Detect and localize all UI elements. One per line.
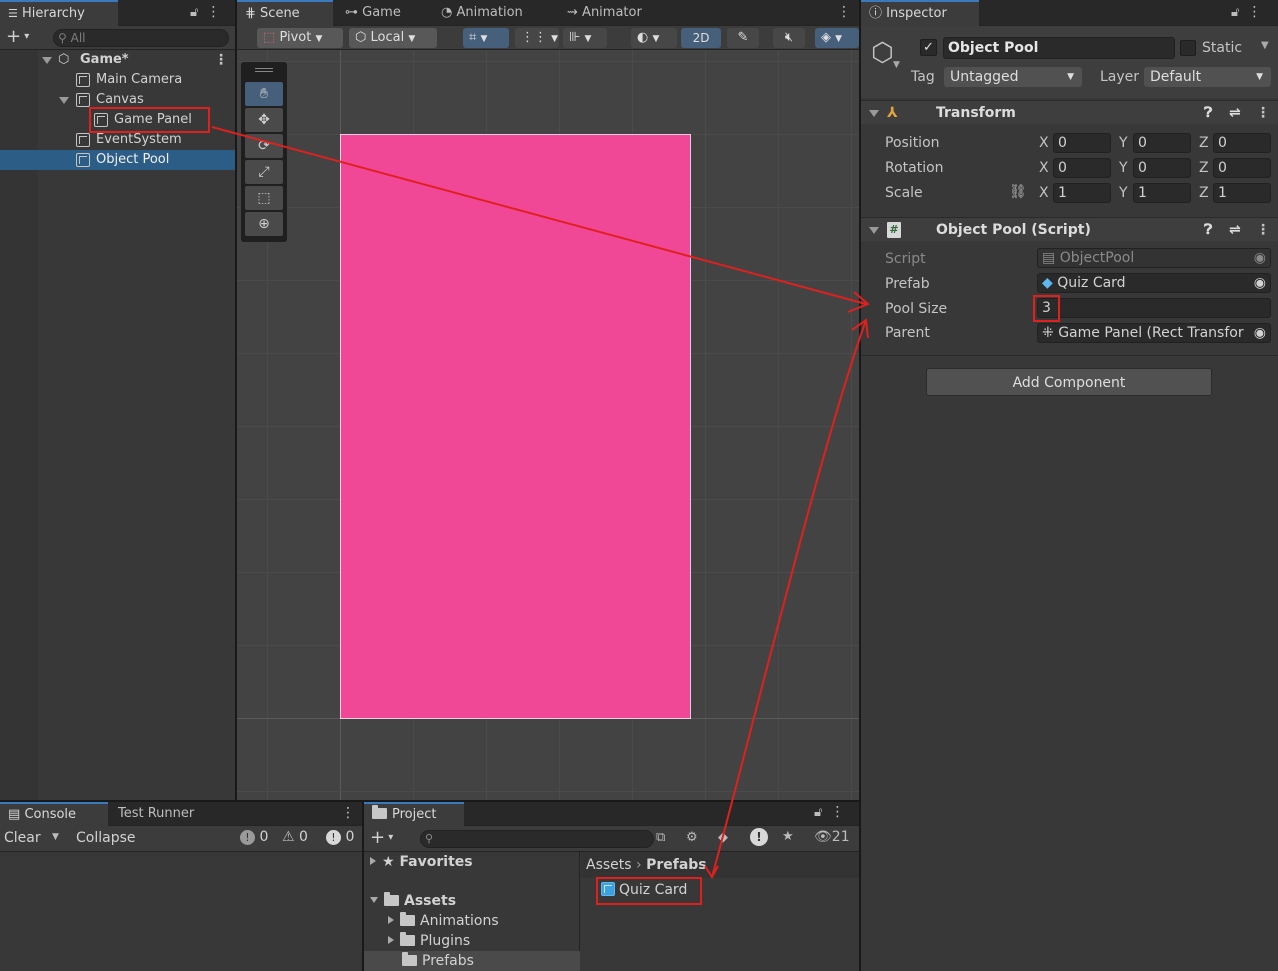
arrow-game-panel-to-parent (211, 126, 867, 305)
annotation-arrows (211, 126, 870, 879)
arrow-tail-mark (704, 865, 719, 879)
arrow-quiz-card-to-prefab (711, 319, 867, 878)
